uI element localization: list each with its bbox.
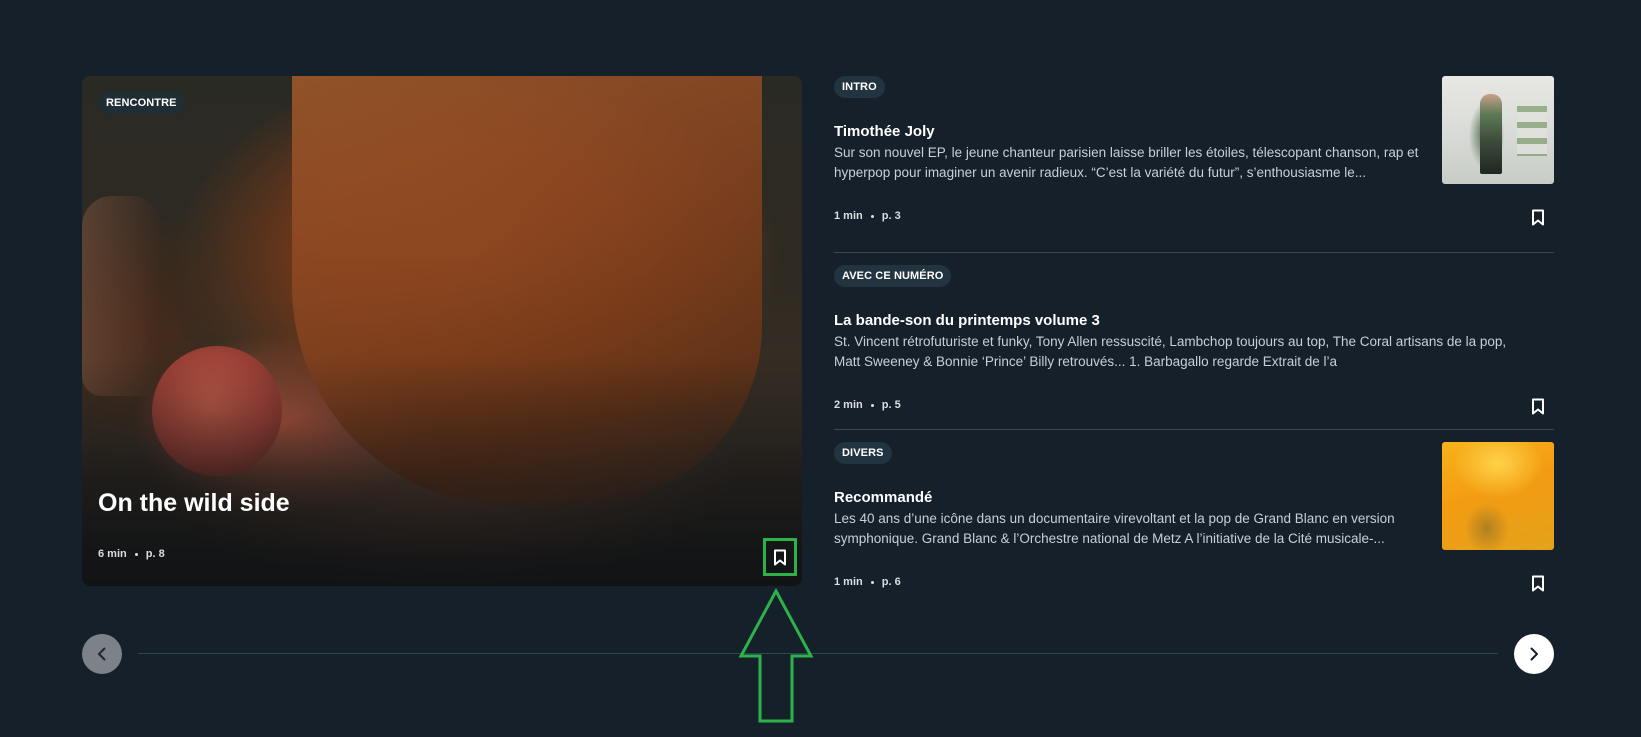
article-title[interactable]: Recommandé — [834, 489, 932, 506]
chevron-right-icon — [1530, 647, 1538, 661]
carousel-prev-button[interactable] — [82, 634, 122, 674]
reading-time: 1 min — [834, 576, 863, 588]
article-meta: 1 min p. 3 — [834, 210, 901, 222]
article-meta: 1 min p. 6 — [834, 576, 901, 588]
article-tag: INTRO — [834, 76, 885, 98]
page-number: p. 6 — [881, 576, 901, 588]
annotation-arrow-icon — [738, 588, 814, 723]
bookmark-icon — [1532, 209, 1544, 225]
featured-article-meta: 6 min p. 8 — [98, 548, 165, 560]
bookmark-button[interactable] — [1522, 567, 1554, 599]
featured-bookmark-button[interactable] — [763, 538, 797, 576]
article-thumbnail[interactable] — [1442, 76, 1554, 184]
article-excerpt: Sur son nouvel EP, le jeune chanteur par… — [834, 145, 1419, 180]
bookmark-button[interactable] — [1522, 201, 1554, 233]
carousel-progress-track — [138, 653, 1498, 654]
article-tag: AVEC CE NUMÉRO — [834, 265, 952, 287]
featured-article-card[interactable]: RENCONTRE On the wild side 6 min p. 8 — [82, 76, 802, 586]
carousel-next-button[interactable] — [1514, 634, 1554, 674]
list-item[interactable]: AVEC CE NUMÉRO La bande-son du printemps… — [834, 253, 1554, 430]
featured-article-tag: RENCONTRE — [98, 92, 185, 114]
bookmark-button[interactable] — [1522, 390, 1554, 422]
article-tag: DIVERS — [834, 442, 892, 464]
bookmark-icon — [774, 549, 786, 565]
articles-section: RENCONTRE On the wild side 6 min p. 8 IN… — [82, 76, 1554, 591]
article-list: INTRO Timothée Joly Sur son nouvel EP, l… — [834, 76, 1554, 607]
featured-article-title[interactable]: On the wild side — [98, 489, 290, 518]
page-number: p. 3 — [881, 210, 901, 222]
bookmark-icon — [1532, 398, 1544, 414]
reading-time: 1 min — [834, 210, 863, 222]
reading-time: 2 min — [834, 399, 863, 411]
list-item[interactable]: INTRO Timothée Joly Sur son nouvel EP, l… — [834, 76, 1554, 253]
article-thumbnail[interactable] — [1442, 442, 1554, 550]
article-title[interactable]: Timothée Joly — [834, 123, 935, 140]
article-excerpt: St. Vincent rétrofuturiste et funky, Ton… — [834, 334, 1507, 369]
reading-time: 6 min — [98, 548, 127, 560]
page-number: p. 5 — [881, 399, 901, 411]
page-number: p. 8 — [145, 548, 165, 560]
chevron-left-icon — [98, 647, 106, 661]
article-excerpt: Les 40 ans d’une icône dans un documenta… — [834, 511, 1395, 546]
article-title[interactable]: La bande-son du printemps volume 3 — [834, 312, 1100, 329]
article-meta: 2 min p. 5 — [834, 399, 901, 411]
list-item[interactable]: DIVERS Recommandé Les 40 ans d’une icône… — [834, 430, 1554, 607]
bookmark-icon — [1532, 575, 1544, 591]
